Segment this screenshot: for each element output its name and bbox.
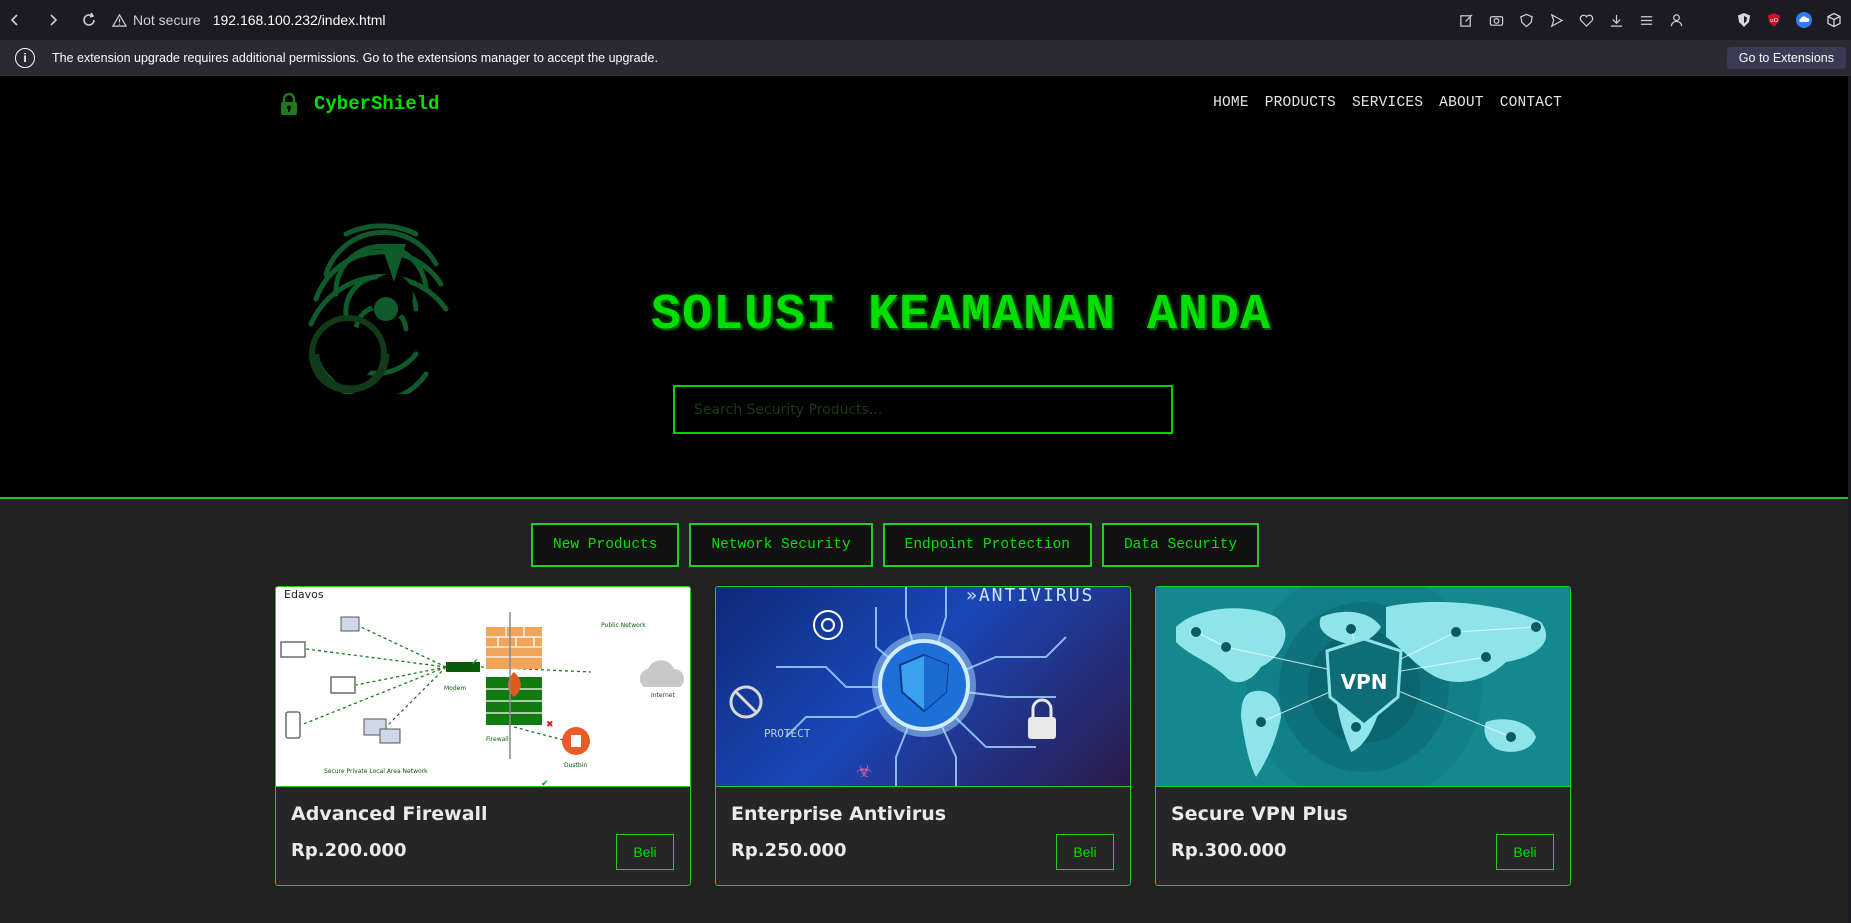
edit-icon[interactable]	[1455, 9, 1477, 31]
antivirus-banner-text: »ANTIVIRUS	[966, 587, 1094, 606]
antivirus-image: »ANTIVIRUS PROTECT ☣	[716, 587, 1130, 787]
extension-shield-icon[interactable]	[1733, 9, 1755, 31]
product-grid: Edavos Modem Firewall Public Network Int…	[275, 586, 1571, 886]
screenshot-icon[interactable]	[1485, 9, 1507, 31]
filter-data-security[interactable]: Data Security	[1101, 523, 1260, 567]
nav-contact[interactable]: CONTACT	[1500, 95, 1562, 111]
category-filters: New Products Network Security Endpoint P…	[531, 523, 1260, 567]
nav-services[interactable]: SERVICES	[1352, 95, 1423, 111]
svg-text:✖: ✖	[546, 720, 554, 730]
info-icon: i	[15, 48, 35, 68]
warning-icon	[112, 13, 127, 27]
main-nav: HOME PRODUCTS SERVICES ABOUT CONTACT	[1213, 95, 1562, 111]
not-secure-label: Not secure	[133, 12, 201, 28]
nav-home[interactable]: HOME	[1213, 95, 1249, 111]
reload-icon[interactable]	[74, 5, 104, 35]
nav-products[interactable]: PRODUCTS	[1265, 95, 1336, 111]
lock-icon	[281, 92, 297, 115]
send-icon[interactable]	[1545, 9, 1567, 31]
svg-text:☣: ☣	[856, 761, 872, 782]
firewall-label: Firewall	[486, 736, 509, 743]
lan-label: Secure Private Local Area Network	[324, 768, 428, 775]
product-card-antivirus[interactable]: »ANTIVIRUS PROTECT ☣ Enterprise Antiviru…	[715, 586, 1131, 886]
go-to-extensions-button[interactable]: Go to Extensions	[1726, 47, 1846, 69]
products-section: New Products Network Security Endpoint P…	[0, 497, 1848, 923]
product-title[interactable]: Secure VPN Plus	[1171, 803, 1348, 825]
public-network-label: Public Network	[601, 622, 646, 629]
vpn-world-map-image: VPN	[1156, 587, 1570, 787]
product-card-vpn[interactable]: VPN Secure VPN Plus Rp.300.000 Beli	[1155, 586, 1571, 886]
protect-text: PROTECT	[764, 727, 811, 740]
nav-about[interactable]: ABOUT	[1439, 95, 1484, 111]
hero-section: SOLUSI KEAMANAN ANDA	[0, 132, 1848, 494]
vpn-badge: VPN	[1341, 670, 1388, 694]
filter-network-security[interactable]: Network Security	[689, 523, 873, 567]
product-title[interactable]: Enterprise Antivirus	[731, 803, 946, 825]
modem-label: Modem	[444, 685, 466, 692]
edavos-logo: Edavos	[284, 588, 324, 601]
site-header: CyberShield HOME PRODUCTS SERVICES ABOUT…	[0, 76, 1848, 132]
shield-icon[interactable]	[1515, 9, 1537, 31]
buy-button[interactable]: Beli	[1496, 834, 1554, 870]
brand-name: CyberShield	[314, 93, 440, 115]
url-text[interactable]: 192.168.100.232/index.html	[213, 12, 386, 28]
buy-button[interactable]: Beli	[1056, 834, 1114, 870]
account-icon[interactable]	[1665, 9, 1687, 31]
browser-toolbar: Not secure 192.168.100.232/index.html uO	[0, 0, 1851, 40]
web-page: CyberShield HOME PRODUCTS SERVICES ABOUT…	[0, 76, 1848, 923]
extension-notification-bar: i The extension upgrade requires additio…	[0, 40, 1851, 76]
product-price: Rp.200.000	[291, 840, 407, 861]
download-icon[interactable]	[1605, 9, 1627, 31]
cloud-extension-icon[interactable]	[1793, 9, 1815, 31]
forward-icon[interactable]	[38, 5, 68, 35]
filter-new-products[interactable]: New Products	[531, 523, 680, 567]
back-icon[interactable]	[0, 5, 30, 35]
product-title[interactable]: Advanced Firewall	[291, 803, 488, 825]
svg-text:✔: ✔	[471, 658, 479, 668]
product-price: Rp.300.000	[1171, 840, 1287, 861]
hero-title: SOLUSI KEAMANAN ANDA	[650, 287, 1272, 344]
notification-message: The extension upgrade requires additiona…	[52, 51, 658, 65]
product-price: Rp.250.000	[731, 840, 847, 861]
extensions-icon[interactable]	[1823, 9, 1845, 31]
brand[interactable]: CyberShield	[278, 92, 439, 116]
heart-icon[interactable]	[1575, 9, 1597, 31]
dustbin-label: Dustbin	[564, 762, 587, 769]
search-input[interactable]	[673, 385, 1173, 434]
not-secure-indicator[interactable]: Not secure	[112, 12, 201, 28]
buy-button[interactable]: Beli	[616, 834, 674, 870]
product-card-firewall[interactable]: Edavos Modem Firewall Public Network Int…	[275, 586, 691, 886]
firewall-diagram-image: Edavos Modem Firewall Public Network Int…	[276, 587, 690, 787]
menu-icon[interactable]	[1635, 9, 1657, 31]
svg-text:uO: uO	[1770, 18, 1778, 24]
ublock-icon[interactable]: uO	[1763, 9, 1785, 31]
svg-text:✔: ✔	[541, 779, 549, 787]
internet-label: Internet	[651, 692, 675, 699]
filter-endpoint-protection[interactable]: Endpoint Protection	[882, 523, 1092, 567]
